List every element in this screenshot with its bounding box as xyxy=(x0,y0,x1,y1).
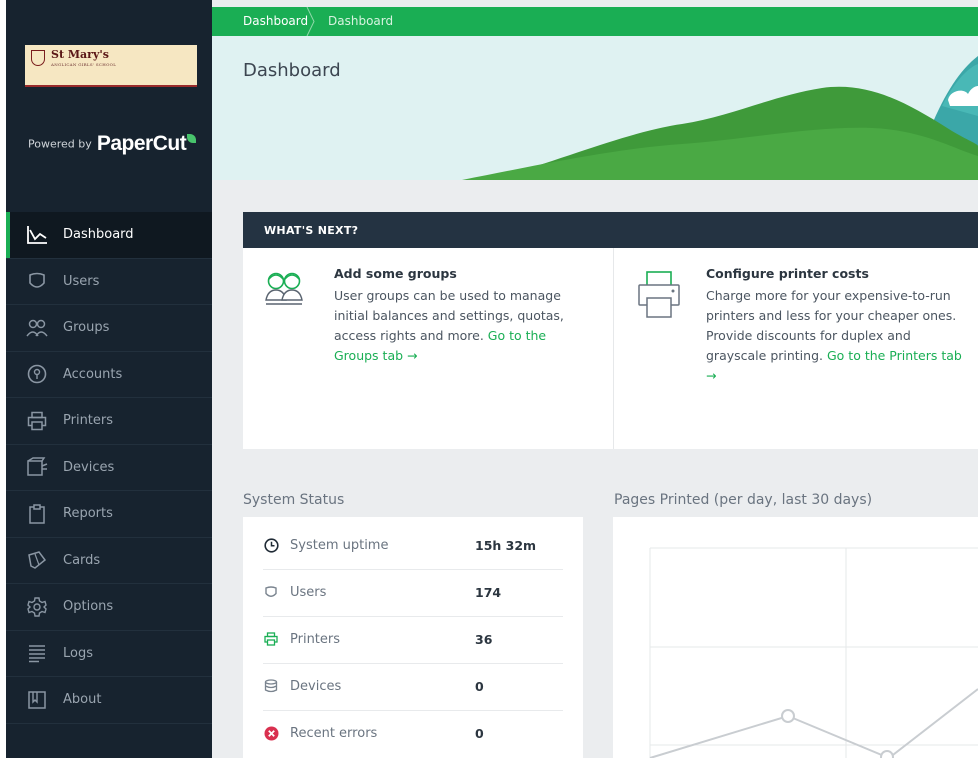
sidebar-item-label: Printers xyxy=(63,413,114,429)
status-row-devices[interactable]: Devices 0 xyxy=(263,664,563,711)
status-row-recent-errors[interactable]: Recent errors 0 xyxy=(263,711,563,758)
status-value: 174 xyxy=(475,585,502,600)
panel-divider xyxy=(613,248,614,449)
sidebar-item-reports[interactable]: Reports xyxy=(6,491,212,538)
reports-icon xyxy=(26,503,48,525)
status-label: Printers xyxy=(290,632,341,647)
options-icon xyxy=(26,596,48,618)
sidebar-item-users[interactable]: Users xyxy=(6,259,212,305)
about-icon xyxy=(26,689,48,711)
printer-icon xyxy=(637,270,681,324)
groups-icon xyxy=(26,317,48,339)
page-header: Dashboard xyxy=(212,36,978,180)
sidebar-nav: Dashboard Users Groups Accounts Printers xyxy=(6,212,212,724)
status-value: 36 xyxy=(475,632,493,647)
add-groups-text: User groups can be used to manage initia… xyxy=(334,286,584,366)
sidebar-item-label: Cards xyxy=(63,552,101,568)
status-label: Devices xyxy=(290,679,342,694)
sidebar-item-devices[interactable]: Devices xyxy=(6,445,212,491)
breadcrumb-item-dashboard[interactable]: Dashboard xyxy=(243,14,308,28)
status-value: 15h 32m xyxy=(475,538,537,553)
system-status-title: System Status xyxy=(243,492,345,508)
configure-printer-costs-text: Charge more for your expensive-to-run pr… xyxy=(706,286,968,386)
status-value: 0 xyxy=(475,726,484,741)
groups-icon xyxy=(264,268,306,312)
school-subtitle: ANGLICAN GIRLS' SCHOOL xyxy=(51,62,117,67)
status-label: Users xyxy=(290,585,327,600)
pages-printed-chart xyxy=(613,517,978,758)
status-label: System uptime xyxy=(290,538,389,553)
dashboard-icon xyxy=(26,224,48,246)
page-title: Dashboard xyxy=(243,60,341,81)
users-icon xyxy=(263,584,279,600)
sidebar-item-label: Accounts xyxy=(63,366,123,382)
status-label: Recent errors xyxy=(290,726,378,741)
papercut-logo: PaperCut xyxy=(96,132,187,155)
sidebar-item-cards[interactable]: Cards xyxy=(6,538,212,584)
logs-icon xyxy=(26,642,48,664)
data-point[interactable] xyxy=(781,709,795,723)
powered-by-label: Powered by xyxy=(28,137,92,151)
pages-printed-title: Pages Printed (per day, last 30 days) xyxy=(614,492,873,508)
breadcrumb-separator-icon xyxy=(306,7,315,36)
add-groups-title: Add some groups xyxy=(334,266,457,281)
school-name: St Mary's xyxy=(51,48,109,61)
data-point[interactable] xyxy=(880,750,894,758)
hills-illustration xyxy=(462,56,978,180)
sidebar-item-label: Users xyxy=(63,273,100,289)
sidebar-item-label: Dashboard xyxy=(63,227,134,243)
sidebar-item-label: Groups xyxy=(63,320,110,336)
cards-icon xyxy=(26,549,48,571)
sidebar-item-about[interactable]: About xyxy=(6,677,212,724)
sidebar-item-label: Options xyxy=(63,599,114,615)
school-crest-icon xyxy=(31,50,45,66)
devices-icon xyxy=(263,678,279,694)
papercut-leaf-icon xyxy=(187,134,197,143)
configure-printer-costs-title: Configure printer costs xyxy=(706,266,869,281)
sidebar-item-accounts[interactable]: Accounts xyxy=(6,352,212,398)
whats-next-panel: Add some groups User groups can be used … xyxy=(243,248,978,449)
devices-icon xyxy=(26,456,48,478)
printer-icon xyxy=(263,631,279,647)
printer-icon xyxy=(26,410,48,432)
sidebar-item-label: Logs xyxy=(63,645,93,661)
status-row-uptime: System uptime 15h 32m xyxy=(263,523,563,570)
error-icon xyxy=(263,725,279,741)
status-row-printers[interactable]: Printers 36 xyxy=(263,617,563,664)
pages-printed-plot xyxy=(649,547,978,758)
sidebar-item-printers[interactable]: Printers xyxy=(6,398,212,445)
system-status-card: System uptime 15h 32m Users 174 Printers… xyxy=(243,517,583,758)
school-logo[interactable]: St Mary's ANGLICAN GIRLS' SCHOOL xyxy=(25,45,197,87)
sidebar-item-dashboard[interactable]: Dashboard xyxy=(6,212,212,259)
sidebar-item-groups[interactable]: Groups xyxy=(6,305,212,352)
pages-printed-series-line xyxy=(649,688,978,758)
status-row-users[interactable]: Users 174 xyxy=(263,570,563,617)
sidebar-item-logs[interactable]: Logs xyxy=(6,631,212,677)
accounts-icon xyxy=(26,363,48,385)
status-value: 0 xyxy=(475,679,484,694)
sidebar-item-label: Devices xyxy=(63,459,115,475)
users-icon xyxy=(26,270,48,292)
clock-icon xyxy=(263,537,279,553)
sidebar-item-options[interactable]: Options xyxy=(6,584,212,631)
sidebar-item-label: Reports xyxy=(63,506,113,522)
breadcrumb: Dashboard Dashboard xyxy=(212,7,978,36)
breadcrumb-item-current: Dashboard xyxy=(328,14,394,28)
whats-next-header: WHAT'S NEXT? xyxy=(243,212,978,248)
sidebar-item-label: About xyxy=(63,692,102,708)
powered-by-papercut: Powered by PaperCut xyxy=(28,132,197,156)
sidebar: St Mary's ANGLICAN GIRLS' SCHOOL Powered… xyxy=(6,0,212,758)
